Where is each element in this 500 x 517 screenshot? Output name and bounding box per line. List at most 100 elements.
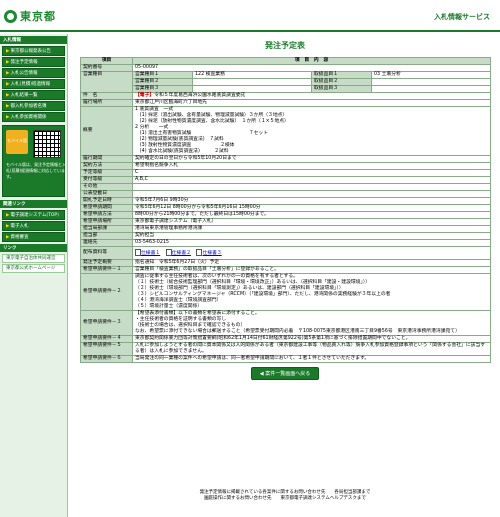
row-label: 希望申請要件－２: [80, 273, 133, 311]
sidebar-link-shikaku-shinsa[interactable]: ▶資格審査: [2, 232, 65, 242]
requirement-6: 当局発注の同一業種の案件への希望申請は、同一者希望申請期間において、１者１件とさ…: [131, 355, 492, 363]
category-value: [192, 78, 312, 86]
row-label: 配布資料等: [80, 246, 133, 260]
button-area: ◀ 案件一覧画面へ戻る: [80, 367, 490, 380]
item-value: [370, 78, 492, 86]
tokyo-emblem-icon: [4, 9, 17, 23]
application-place: 東京都電子調達システム（電子入札）: [131, 218, 492, 226]
office: 港湾局東京港管理事務所港湾課: [131, 225, 492, 233]
row-label: 希望申請場所: [80, 218, 133, 226]
document-link[interactable]: 仕様書３: [196, 249, 222, 257]
row-label: 契約方法: [80, 162, 133, 170]
row-label: 取扱品目１: [311, 71, 372, 79]
docs-cell: 仕様書１ 仕様書２ 仕様書３: [131, 246, 492, 260]
row-label: 取扱品目２: [311, 78, 372, 86]
arrow-icon: ▶: [6, 104, 10, 109]
arrow-icon: ▶: [6, 235, 10, 240]
publish-date: [131, 190, 492, 198]
sidebar-link-chotatsu-top[interactable]: ▶電子調達システム(TOP): [2, 210, 65, 220]
subject-text: 令和５年度葛西海浜公園水路底質調査委託: [154, 93, 246, 98]
sidebar-item-shikaku[interactable]: ▶入札参加資格関係: [2, 112, 65, 122]
row-label: 営業種目: [80, 71, 133, 93]
sidebar-section-title: 関連リンク: [0, 200, 67, 208]
main-content: 発注予定表 項目項 目 内 容 契約番号 05-00097 営業種目 営業種目１ 1…: [80, 34, 492, 380]
row-label: 公表登載日: [80, 190, 133, 198]
footer-line: 園庭操作に関するお問い合わせ先 東京都電子調達システムヘルプデスクまで: [204, 496, 366, 501]
row-label: 希望申請期間: [80, 204, 133, 212]
tokyo-logo[interactable]: 東京都: [4, 8, 56, 24]
category-value: 122 検査業務: [192, 71, 312, 79]
row-label: 希望申請要件－１: [80, 266, 133, 274]
mobile-label: モバイル版: [6, 130, 28, 154]
opening-datetime: 令和5年7月6日 9時30分: [131, 197, 492, 205]
requirement-1: 営業種目「検査業務」の取扱品目「土壌分析」に登録があること。: [131, 266, 492, 274]
requirement-line: （５）環境計量士（濃度関係）: [135, 304, 203, 309]
arrow-icon: ▶: [6, 213, 10, 218]
row-label: 担当部: [80, 232, 133, 240]
application-method: 8時00分から21時00分まで。ただし最終日は15時00分まで。: [131, 211, 492, 219]
contract-number: 05-00097: [131, 64, 492, 72]
row-label: 希望申請要件－３: [80, 310, 133, 336]
row-label: 希望申請要件－４: [80, 335, 133, 343]
row-label: 取扱品目３: [311, 85, 372, 93]
item-value: 03 土壌分析: [370, 71, 492, 79]
grade: C: [131, 169, 492, 177]
back-to-list-button[interactable]: ◀ 案件一覧画面へ戻る: [250, 367, 320, 380]
footer: 発注予定情報に掲載されている各案件に関するお問い合わせ先 各局担当部課まで 園庭…: [80, 490, 490, 502]
top-header: 東京都 入札情報サービス: [0, 0, 500, 32]
column-header: 項 目 内 容: [131, 57, 492, 65]
arrow-icon: ▶: [6, 49, 10, 54]
summary-cell: 1 底質調査 一式 (1) 採泥（溶出試験、含有量試験、物理減量試験）３か所（３…: [131, 106, 492, 156]
row-label: 履行期間: [80, 155, 133, 163]
subject-cell: 【電子】令和５年度葛西海浜公園水路底質調査委託: [131, 92, 492, 100]
location: 東京都江戸川区臨海町六丁目地先: [131, 99, 492, 107]
row-label: 希望申請要件－５: [80, 342, 133, 356]
sidebar-link-denshi-nyusatsu[interactable]: ▶電子入札: [2, 221, 65, 231]
application-period: 令和5年6月12日 8時00分から令和5年6月16日 15時00分: [131, 204, 492, 212]
row-label: 件 名: [80, 92, 133, 100]
sidebar-item-hacchu[interactable]: ▶発注予定情報: [2, 57, 65, 67]
arrow-icon: ▶: [6, 71, 10, 76]
other: [131, 183, 492, 191]
sidebar-item-keika[interactable]: ▶入札(見積)経過情報: [2, 79, 65, 89]
accept-grade: A,B,C: [131, 176, 492, 184]
requirement-2: 調査に従事する主任技術者は、次のいずれかの一の資格を有する者とする。 （１）技術…: [131, 273, 492, 311]
requirement-line: なお、希望票に添付できない場合は郵送すること（希望票受付期間内必着 〒108-0…: [135, 329, 460, 334]
requirement-5: 入札に参加しようとする者の間に資本関係又は人的関係がある者（東京都建設工事等（物…: [131, 342, 492, 356]
document-link[interactable]: 仕様書１: [135, 249, 160, 257]
row-label: 営業種目１: [132, 71, 193, 79]
requirement-3: 【希望表添付書類】以下の書類を希望表に添付すること。 ・主任技術者の資格を証明す…: [131, 310, 492, 336]
row-label: 履行場所: [80, 99, 133, 107]
sidebar-item-kouhou[interactable]: ▶東京都公報発表公告: [2, 46, 65, 56]
row-label: 営業種目２: [132, 78, 193, 86]
sidebar-link-tokyo-official[interactable]: 東京都公式ホームページ: [2, 264, 65, 273]
row-label: 概要: [80, 106, 133, 156]
arrow-icon: ▶: [6, 82, 10, 87]
sidebar: 入札情報 ▶東京都公報発表公告 ▶発注予定情報 ▶入札公告情報 ▶入札(見積)経…: [0, 34, 68, 517]
document-link[interactable]: 仕様書２: [165, 249, 191, 257]
sidebar-section-title: 入札情報: [0, 36, 67, 44]
detail-table: 項目項 目 内 容 契約番号 05-00097 営業種目 営業種目１ 122 検査業…: [80, 57, 492, 363]
electronic-tag: 【電子】: [135, 93, 155, 98]
arrow-icon: ▶: [6, 224, 10, 229]
row-label: 希望申請要件－６: [80, 355, 133, 363]
row-label: 契約番号: [80, 64, 133, 72]
category-value: [192, 85, 312, 93]
row-label: 予定等級: [80, 169, 133, 177]
logo-text: 東京都: [20, 10, 56, 23]
sidebar-item-koukoku[interactable]: ▶入札公告情報: [2, 68, 65, 78]
row-label: 発注予定概要: [80, 259, 133, 267]
mobile-description: モバイル版は、発注予定情報と入札(見積)経過情報に対応しています。: [6, 162, 66, 179]
department: 契約担当: [131, 232, 492, 240]
sidebar-section-title: リンク: [0, 244, 67, 252]
arrow-icon: ▶: [6, 115, 10, 120]
sidebar-item-kekka[interactable]: ▶入札結果一覧: [2, 90, 65, 100]
row-label: 希望申請方法: [80, 211, 133, 219]
sidebar-link-kyodo-unei[interactable]: 東京電子自治体共同運営: [2, 254, 65, 263]
sidebar-item-meibo[interactable]: ▶都入札参加者名簿: [2, 101, 65, 111]
arrow-icon: ▶: [6, 60, 10, 65]
period: 契約確定の日の翌日から令和5年10月20日まで: [131, 155, 492, 163]
column-header: 項目: [80, 57, 133, 65]
summary-line: (4) 含水比試験(底質調査法) ２試料: [135, 149, 229, 154]
row-label: 受付等級: [80, 176, 133, 184]
